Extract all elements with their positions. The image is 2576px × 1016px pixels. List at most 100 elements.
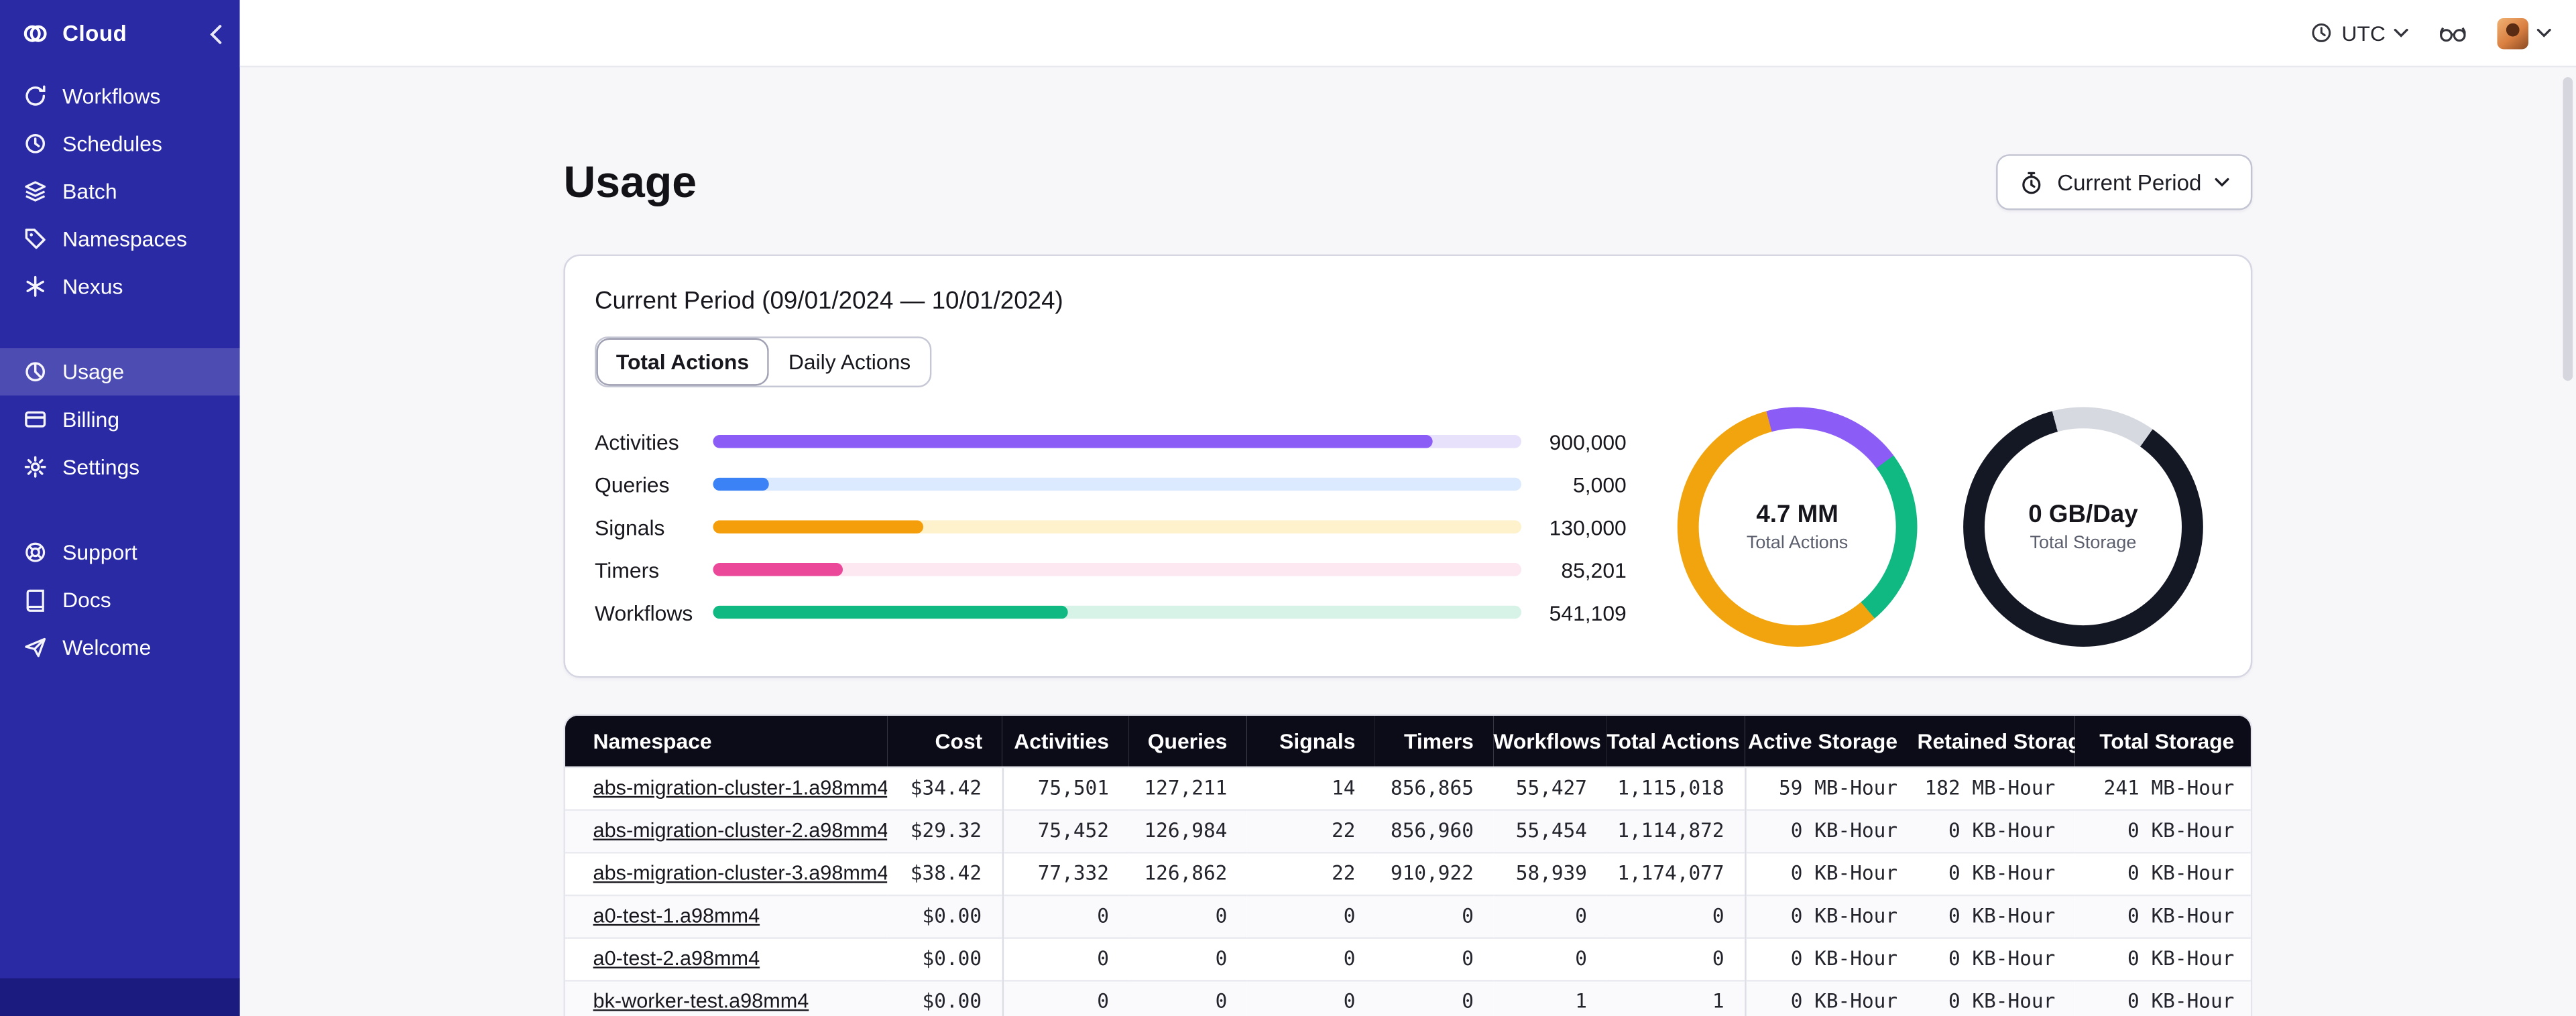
sidebar-item-billing[interactable]: Billing xyxy=(0,395,240,443)
current-period-title: Current Period (09/01/2024 — 10/01/2024) xyxy=(595,287,1063,316)
cell-namespace: bk-worker-test.a98mm4 xyxy=(565,978,888,1016)
current-period-card: Current Period (09/01/2024 — 10/01/2024)… xyxy=(563,254,2253,678)
tab-total-actions[interactable]: Total Actions xyxy=(596,338,769,386)
cell-timers: 856,960 xyxy=(1374,808,1494,852)
table-row: abs-migration-cluster-3.a98mm4 $38.42 77,3… xyxy=(565,850,2251,895)
batch-icon xyxy=(25,181,46,202)
cell-total_actions: 1 xyxy=(1606,978,1745,1016)
cell-total_actions: 1,114,872 xyxy=(1606,808,1745,852)
sidebar-item-batch[interactable]: Batch xyxy=(0,168,240,215)
timezone-label: UTC xyxy=(2341,20,2386,46)
actions-tabs: Total Actions Daily Actions xyxy=(595,336,933,387)
namespace-link[interactable]: a0-test-1.a98mm4 xyxy=(593,904,760,927)
bar-label: Signals xyxy=(595,514,665,539)
cell-total_storage: 0 KB-Hour xyxy=(2074,808,2251,852)
namespaces-icon xyxy=(25,229,46,249)
cell-queries: 126,984 xyxy=(1128,808,1247,852)
usage-charts: Activities 900,000 Queries 5,000 Signals 130,… xyxy=(595,407,2221,647)
bar-track xyxy=(713,520,1521,533)
cell-retained_storage: 0 KB-Hour xyxy=(1917,850,2075,895)
column-header-retained_storage: Retained Storage xyxy=(1917,715,2075,767)
bar-row: Timers 85,201 xyxy=(595,548,1627,591)
namespace-usage-table-card: Namespace Cost Activities Queries Signals Tim… xyxy=(563,714,2253,1016)
cell-signals: 22 xyxy=(1246,850,1375,895)
temporal-logo-icon xyxy=(23,25,47,42)
user-menu[interactable] xyxy=(2497,17,2551,49)
total-storage-donut: 0 GB/Day Total Storage xyxy=(1963,407,2203,647)
donut-center: 0 GB/Day Total Storage xyxy=(1984,428,2182,626)
settings-icon xyxy=(24,456,46,478)
sidebar-item-schedules[interactable]: Schedules xyxy=(0,120,240,168)
cell-activities: 77,332 xyxy=(1001,850,1129,895)
cell-namespace: abs-migration-cluster-3.a98mm4 xyxy=(565,850,888,895)
cell-active_storage: 0 KB-Hour xyxy=(1743,850,1918,895)
bar-track xyxy=(713,563,1521,576)
cell-retained_storage: 0 KB-Hour xyxy=(1917,893,2075,938)
namespace-link[interactable]: bk-worker-test.a98mm4 xyxy=(593,990,809,1013)
namespace-link[interactable]: abs-migration-cluster-3.a98mm4 xyxy=(593,862,888,885)
cell-total_storage: 0 KB-Hour xyxy=(2074,893,2251,938)
column-header-activities: Activities xyxy=(1002,715,1129,767)
actions-bar-chart: Activities 900,000 Queries 5,000 Signals 130,… xyxy=(595,420,1627,633)
welcome-icon xyxy=(25,637,46,657)
cell-total_actions: 1,174,077 xyxy=(1606,850,1745,895)
cell-cost: $0.00 xyxy=(887,978,1002,1016)
column-header-workflows: Workflows xyxy=(1493,715,1607,767)
tab-daily-actions[interactable]: Daily Actions xyxy=(768,338,931,386)
sidebar-item-usage[interactable]: Usage xyxy=(0,348,240,396)
namespace-link[interactable]: a0-test-2.a98mm4 xyxy=(593,947,760,970)
sidebar-item-label: Batch xyxy=(62,178,117,204)
chevron-left-icon xyxy=(210,24,222,44)
chevron-down-icon xyxy=(2215,178,2229,187)
cell-signals: 0 xyxy=(1246,978,1375,1016)
cell-queries: 0 xyxy=(1128,893,1247,938)
schedules-icon xyxy=(25,133,46,153)
bar-fill xyxy=(713,435,1433,448)
bar-fill xyxy=(713,605,1069,619)
sidebar-item-label: Nexus xyxy=(62,273,123,299)
scrollbar-thumb[interactable] xyxy=(2563,77,2573,381)
namespace-link[interactable]: abs-migration-cluster-1.a98mm4 xyxy=(593,776,888,799)
cell-cost: $0.00 xyxy=(887,936,1002,980)
bar-row: Workflows 541,109 xyxy=(595,591,1627,634)
sidebar-item-label: Docs xyxy=(62,587,111,613)
cell-total_storage: 0 KB-Hour xyxy=(2074,850,2251,895)
cell-cost: $29.32 xyxy=(887,808,1002,852)
cell-signals: 0 xyxy=(1246,893,1375,938)
sidebar-item-label: Usage xyxy=(62,359,125,385)
sidebar-collapse-button[interactable] xyxy=(209,24,223,44)
sidebar-item-namespaces[interactable]: Namespaces xyxy=(0,215,240,263)
sidebar-item-docs[interactable]: Docs xyxy=(0,576,240,624)
bar-track xyxy=(713,477,1521,491)
app-root: Cloud Workflows Schedules Batch Namespaces N… xyxy=(0,0,2576,1016)
usage-icon xyxy=(25,362,46,382)
table-row: a0-test-1.a98mm4 $0.00 0 0 0 0 0 0 0 KB-Hour 0 KB… xyxy=(565,893,2251,938)
cell-active_storage: 0 KB-Hour xyxy=(1743,936,1918,980)
bar-label: Timers xyxy=(595,557,660,582)
glasses-icon xyxy=(2440,27,2466,42)
bar-row: Queries 5,000 xyxy=(595,463,1627,506)
donut-center: 4.7 MM Total Actions xyxy=(1698,428,1896,626)
sidebar-item-welcome[interactable]: Welcome xyxy=(0,624,240,672)
column-header-namespace: Namespace xyxy=(565,715,888,767)
bar-label: Activities xyxy=(595,429,679,454)
cell-total_actions: 1,115,018 xyxy=(1606,765,1745,810)
cell-namespace: a0-test-2.a98mm4 xyxy=(565,936,888,980)
cell-timers: 0 xyxy=(1374,936,1494,980)
sidebar-item-workflows[interactable]: Workflows xyxy=(0,72,240,120)
workflows-icon xyxy=(25,85,46,106)
sidebar-item-settings[interactable]: Settings xyxy=(0,443,240,491)
cell-activities: 75,501 xyxy=(1001,765,1129,810)
timezone-selector[interactable]: UTC xyxy=(2310,20,2408,46)
glasses-icon-button[interactable] xyxy=(2438,21,2467,44)
cell-workflows: 55,454 xyxy=(1493,808,1607,852)
cell-timers: 910,922 xyxy=(1374,850,1494,895)
namespace-link[interactable]: abs-migration-cluster-2.a98mm4 xyxy=(593,819,888,842)
sidebar-item-support[interactable]: Support xyxy=(0,529,240,576)
period-selector-button[interactable]: Current Period xyxy=(1996,154,2253,210)
bar-track xyxy=(713,435,1521,448)
sidebar-item-nexus[interactable]: Nexus xyxy=(0,263,240,310)
cell-workflows: 0 xyxy=(1493,936,1607,980)
brand-label: Cloud xyxy=(62,21,127,46)
support-icon xyxy=(25,542,46,562)
